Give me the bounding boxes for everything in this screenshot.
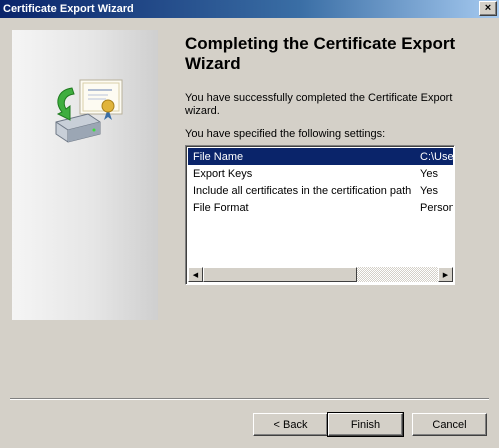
arrow-right-icon: ▶ — [442, 271, 449, 279]
settings-row-export-keys[interactable]: Export Keys Yes — [188, 165, 453, 182]
setting-value: Yes — [420, 167, 438, 180]
settings-row-include-certificates[interactable]: Include all certificates in the certific… — [188, 182, 453, 199]
horizontal-scrollbar[interactable]: ◀ ▶ — [188, 267, 453, 282]
close-icon: × — [484, 2, 492, 14]
scroll-right-button[interactable]: ▶ — [438, 267, 453, 282]
settings-label: You have specified the following setting… — [185, 128, 386, 140]
close-button[interactable]: × — [479, 1, 497, 16]
setting-name: File Name — [193, 150, 244, 163]
settings-row-file-name[interactable]: File Name C:\Users — [188, 148, 453, 165]
setting-value: Yes — [420, 184, 438, 197]
success-message: You have successfully completed the Cert… — [185, 92, 453, 117]
setting-name: Include all certificates in the certific… — [193, 184, 412, 197]
back-button[interactable]: < Back — [253, 413, 328, 436]
window-title: Certificate Export Wizard — [3, 3, 134, 15]
setting-value: C:\Users — [420, 150, 453, 163]
scrollbar-thumb[interactable] — [203, 267, 357, 282]
scroll-left-button[interactable]: ◀ — [188, 267, 203, 282]
arrow-left-icon: ◀ — [192, 271, 199, 279]
certificate-export-wizard-window: Certificate Export Wizard × Completing t… — [0, 0, 499, 448]
button-separator — [10, 398, 489, 400]
settings-list[interactable]: File Name C:\Users Export Keys Yes Inclu… — [185, 145, 455, 285]
wizard-banner — [12, 30, 158, 320]
page-title: Completing the Certificate Export Wizard — [185, 34, 456, 73]
setting-name: Export Keys — [193, 167, 253, 180]
finish-button[interactable]: Finish — [327, 412, 404, 437]
setting-value: Personal — [420, 201, 453, 214]
cancel-button[interactable]: Cancel — [412, 413, 487, 436]
setting-name: File Format — [193, 201, 249, 214]
certificate-export-icon — [55, 79, 123, 143]
title-bar: Certificate Export Wizard × — [0, 0, 499, 18]
settings-row-file-format[interactable]: File Format Personal — [188, 199, 453, 216]
